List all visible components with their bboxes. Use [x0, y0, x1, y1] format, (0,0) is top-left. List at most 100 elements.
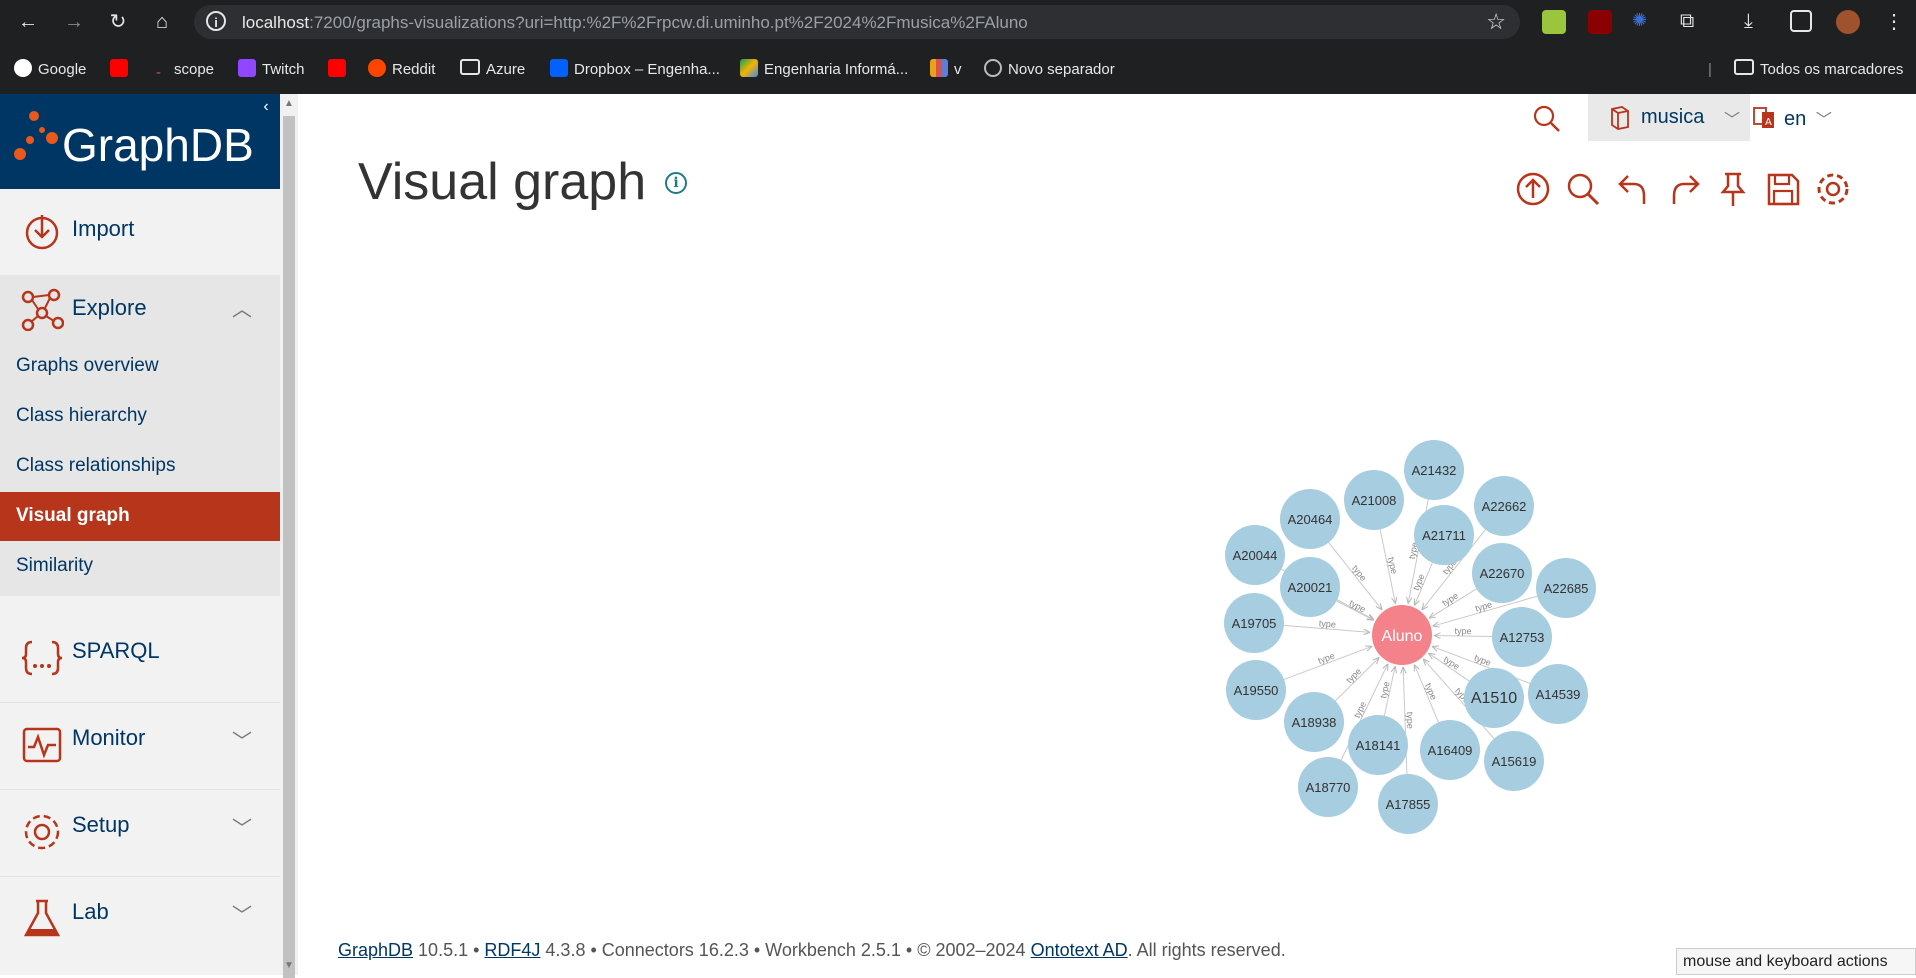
sidebar-item-explore[interactable]: Explore ︿ — [0, 275, 280, 342]
bookmarks-divider: | — [1708, 61, 1712, 78]
home-icon[interactable]: ⌂ — [148, 8, 176, 36]
bookmark-youtube[interactable] — [110, 59, 134, 81]
bookmark-azure[interactable]: Azure — [460, 59, 525, 81]
graph-node-label: A12753 — [1500, 630, 1545, 645]
graph-node-label: A1510 — [1471, 690, 1517, 707]
url-host: localhost — [242, 13, 310, 32]
extensions-icon[interactable]: ⧉ — [1680, 10, 1704, 34]
edge-label: type — [1344, 666, 1363, 685]
lab-icon — [23, 899, 61, 937]
repository-name: musica — [1641, 106, 1705, 128]
bookmark-v[interactable]: v — [930, 59, 962, 81]
scope-icon: - — [156, 64, 161, 81]
sidebar-item-monitor[interactable]: Monitor ﹀ — [0, 703, 280, 790]
bookmark-google[interactable]: Google — [14, 59, 86, 81]
chevron-down-icon: ﹀ — [1724, 112, 1741, 129]
bookmark-twitch[interactable]: Twitch — [238, 59, 305, 81]
graph-node-label: A22662 — [1482, 499, 1527, 514]
chevron-down-icon: ﹀ — [232, 905, 252, 927]
sidebar-sub-similarity[interactable]: Similarity — [0, 542, 280, 591]
bookmark-scope[interactable]: - scope — [156, 59, 214, 81]
edge-label: type — [1454, 626, 1471, 636]
bookmark-youtube-2[interactable] — [328, 59, 352, 81]
undo-icon[interactable] — [1614, 170, 1652, 208]
graph-node-label: A21008 — [1352, 493, 1397, 508]
ontotext-link[interactable]: Ontotext AD — [1031, 940, 1128, 960]
graph-node-label: A18938 — [1292, 715, 1337, 730]
collapse-sidebar-button[interactable]: ‹ — [252, 94, 280, 122]
bookmark-novo-separador[interactable]: Novo separador — [984, 59, 1115, 81]
database-icon — [1611, 106, 1629, 130]
page-title: Visual graph — [358, 153, 647, 211]
chevron-down-icon: ﹀ — [1815, 112, 1832, 129]
forward-icon[interactable]: → — [60, 8, 88, 36]
explore-submenu: Graphs overview Class hierarchy Class re… — [0, 342, 280, 596]
extension-fan-icon[interactable]: ✺ — [1632, 10, 1656, 34]
pin-icon[interactable] — [1714, 170, 1752, 208]
address-bar[interactable]: i localhost:7200/graphs-visualizations?u… — [194, 5, 1520, 39]
footer: GraphDB 10.5.1 • RDF4J 4.3.8 • Connector… — [338, 940, 1286, 960]
language-selector[interactable]: A en ﹀ — [1753, 106, 1832, 131]
main-content: musica ﹀ A en ﹀ Visual graph i type type t… — [298, 94, 1916, 975]
reddit-icon — [368, 59, 386, 77]
google-icon — [14, 59, 32, 77]
graph-node-label: A22685 — [1544, 581, 1589, 596]
youtube-icon — [328, 59, 346, 77]
menu-kebab-icon[interactable]: ⋮ — [1880, 8, 1908, 36]
sidebar-sub-visual-graph[interactable]: Visual graph — [0, 492, 280, 541]
site-info-icon[interactable]: i — [206, 11, 226, 31]
back-icon[interactable]: ← — [14, 8, 42, 36]
sidebar-scrollbar[interactable]: ▲ ▼ — [280, 94, 298, 978]
download-icon[interactable]: ⤓ — [1744, 10, 1768, 34]
bookmark-reddit[interactable]: Reddit — [368, 59, 435, 81]
bookmark-dropbox[interactable]: Dropbox – Engenha... — [550, 59, 720, 81]
bookmarks-bar: Google - scope Twitch Reddit Azure Dropbo… — [0, 44, 1916, 95]
graph-node-label: A18141 — [1356, 738, 1401, 753]
twitch-icon — [238, 59, 256, 77]
graph-node-label: A21432 — [1412, 463, 1457, 478]
extension-icon[interactable] — [1542, 10, 1566, 34]
search-icon[interactable] — [1532, 104, 1562, 134]
logo[interactable]: GraphDB — [0, 94, 280, 189]
sidebar-item-label: Setup — [72, 812, 130, 837]
all-bookmarks[interactable]: Todos os marcadores — [1734, 59, 1903, 81]
sidebar-sub-class-hierarchy[interactable]: Class hierarchy — [0, 392, 280, 441]
graphdb-link[interactable]: GraphDB — [338, 940, 413, 960]
sidebar: GraphDB ‹ Import Explore ︿ Graphs overvi… — [0, 94, 280, 975]
sidebar-item-import[interactable]: Import — [0, 189, 280, 276]
scrollbar-thumb[interactable] — [283, 116, 295, 978]
sidebar-item-label: Monitor — [72, 725, 146, 750]
visual-graph-canvas[interactable]: typetype typetype typetype typetypetypetype… — [918, 329, 1916, 849]
export-icon[interactable] — [1514, 170, 1552, 208]
drive-icon — [740, 59, 758, 77]
settings-icon[interactable] — [1814, 170, 1852, 208]
sidebar-item-setup[interactable]: Setup ﹀ — [0, 790, 280, 877]
bookmark-star-icon[interactable]: ☆ — [1486, 9, 1506, 35]
search-icon[interactable] — [1564, 170, 1602, 208]
scroll-up-icon[interactable]: ▲ — [284, 98, 294, 109]
scroll-down-icon[interactable]: ▼ — [284, 960, 294, 971]
globe-icon — [984, 59, 1002, 77]
svg-text:A: A — [1765, 117, 1772, 128]
avatar[interactable] — [1836, 10, 1860, 34]
sidebar-item-lab[interactable]: Lab ﹀ — [0, 877, 280, 963]
graph-center-label: Aluno — [1382, 628, 1423, 645]
bookmark-drive[interactable]: Engenharia Informá... — [740, 59, 908, 81]
ublock-icon[interactable] — [1588, 10, 1612, 34]
sidebar-sub-class-relationships[interactable]: Class relationships — [0, 442, 280, 491]
side-panel-icon[interactable] — [1790, 10, 1812, 32]
repository-selector[interactable]: musica ﹀ — [1588, 94, 1750, 141]
translate-icon: A — [1753, 107, 1774, 128]
dropbox-icon — [550, 59, 568, 77]
rdf4j-link[interactable]: RDF4J — [484, 940, 540, 960]
redo-icon[interactable] — [1666, 170, 1704, 208]
sidebar-item-sparql[interactable]: SPARQL — [0, 616, 280, 703]
info-icon[interactable]: i — [665, 172, 687, 194]
reload-icon[interactable]: ↻ — [104, 8, 132, 36]
edge-label: type — [1378, 681, 1391, 700]
graph-node-label: A20044 — [1233, 548, 1278, 563]
sidebar-sub-graphs-overview[interactable]: Graphs overview — [0, 342, 280, 391]
save-icon[interactable] — [1764, 170, 1802, 208]
folder-icon — [1734, 59, 1754, 75]
edge-label: type — [1474, 599, 1493, 613]
